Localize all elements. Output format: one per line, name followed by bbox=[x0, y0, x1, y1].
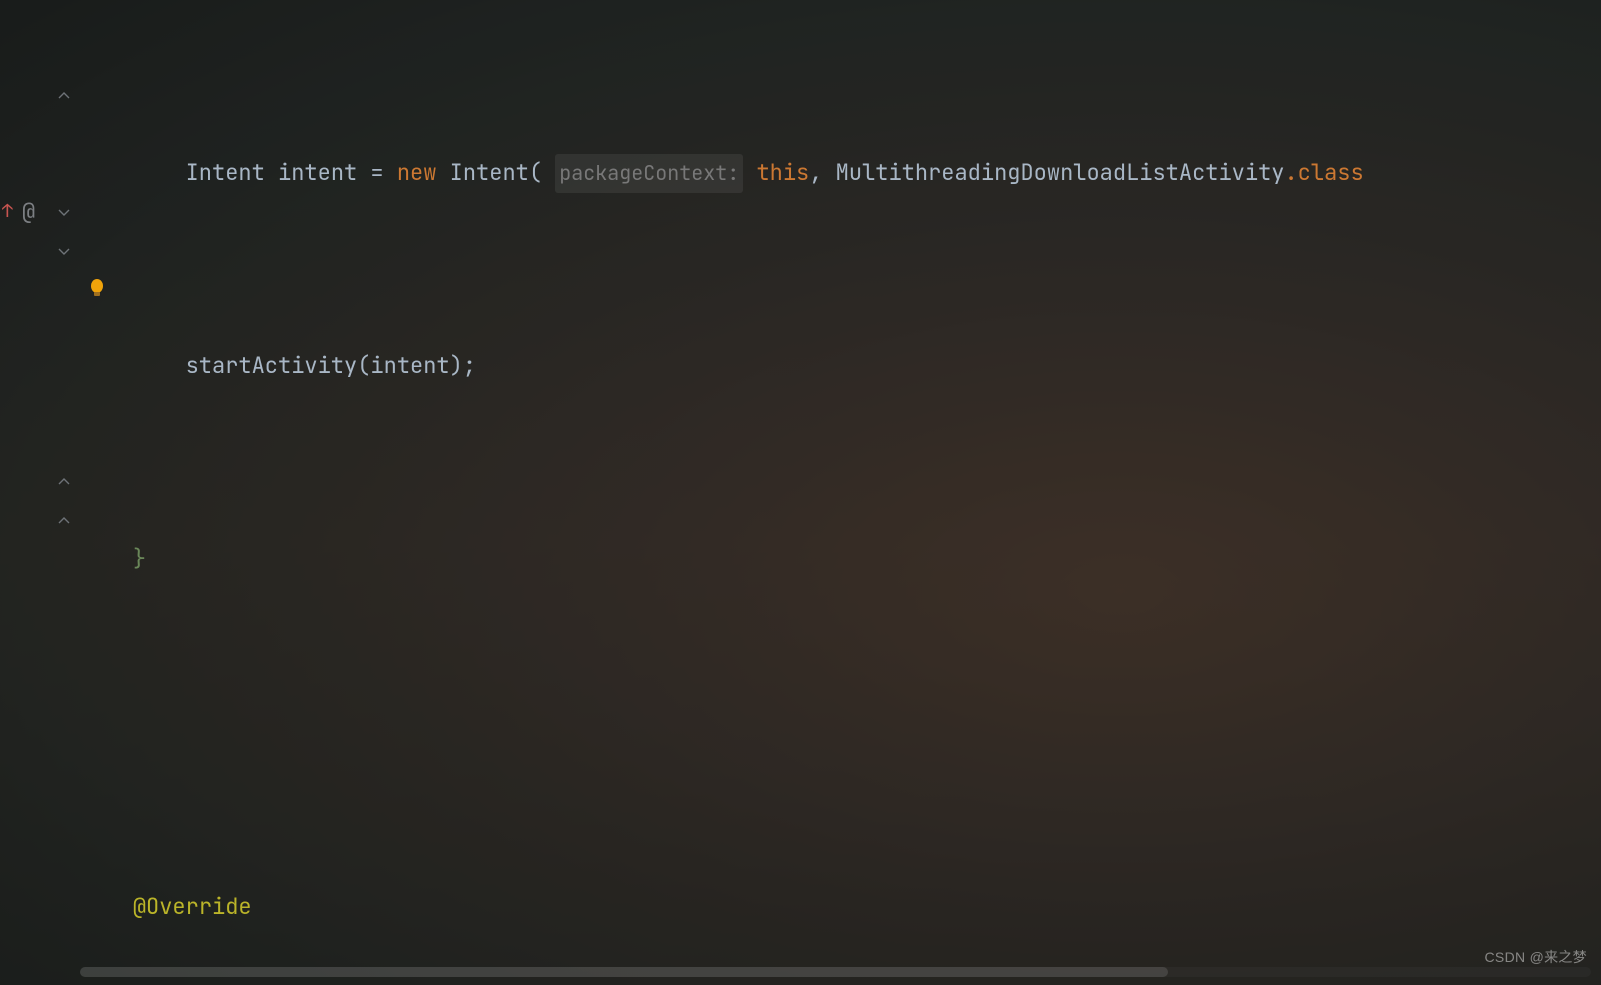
code-area[interactable]: Intent intent = new Intent ( packageCont… bbox=[80, 0, 1601, 985]
code-line-blank[interactable] bbox=[80, 695, 1601, 734]
paren-open: ( bbox=[529, 154, 555, 193]
scrollbar-thumb[interactable] bbox=[80, 967, 1168, 977]
code-editor: ↑ @ bbox=[0, 0, 1601, 985]
variable-name: intent bbox=[278, 154, 357, 193]
type-name: Intent bbox=[186, 154, 265, 193]
override-gutter-icon[interactable]: @ bbox=[22, 193, 35, 232]
annotation: @Override bbox=[133, 888, 252, 927]
fold-handle-method-end[interactable] bbox=[0, 77, 80, 116]
fold-handle-onclick-end[interactable] bbox=[0, 502, 80, 541]
horizontal-scrollbar[interactable] bbox=[80, 967, 1591, 977]
parameter-hint: packageContext: bbox=[555, 154, 743, 193]
constructor-name: Intent bbox=[450, 154, 529, 193]
fold-up-icon bbox=[58, 90, 70, 102]
fold-down-icon bbox=[58, 245, 70, 257]
fold-handle-switch-end[interactable] bbox=[0, 463, 80, 502]
argument: intent bbox=[370, 347, 449, 386]
keyword-this: this bbox=[756, 154, 809, 193]
code-line[interactable]: startActivity ( intent ); bbox=[80, 347, 1601, 386]
watermark-text: CSDN @来之梦 bbox=[1485, 938, 1587, 977]
fold-up-icon bbox=[58, 476, 70, 488]
editor-gutter: ↑ @ bbox=[0, 0, 80, 985]
code-line[interactable]: @Override bbox=[80, 888, 1601, 927]
dot-class: .class bbox=[1284, 154, 1363, 193]
gutter-row-onclick: ↑ @ bbox=[0, 193, 80, 232]
fold-handle-switch[interactable] bbox=[0, 232, 80, 271]
vcs-incoming-icon[interactable]: ↑ bbox=[2, 193, 13, 232]
method-call: startActivity bbox=[186, 347, 358, 386]
gutter-row-case1 bbox=[0, 270, 80, 309]
code-line[interactable]: Intent intent = new Intent ( packageCont… bbox=[80, 154, 1601, 193]
operator: = bbox=[357, 154, 397, 193]
brace-close: } bbox=[133, 540, 146, 579]
keyword-new: new bbox=[397, 154, 437, 193]
comma: , bbox=[809, 154, 835, 193]
class-ref: MultithreadingDownloadListActivity bbox=[836, 154, 1285, 193]
fold-down-icon bbox=[58, 206, 70, 218]
code-line[interactable]: } bbox=[80, 540, 1601, 579]
fold-up-icon bbox=[58, 515, 70, 527]
